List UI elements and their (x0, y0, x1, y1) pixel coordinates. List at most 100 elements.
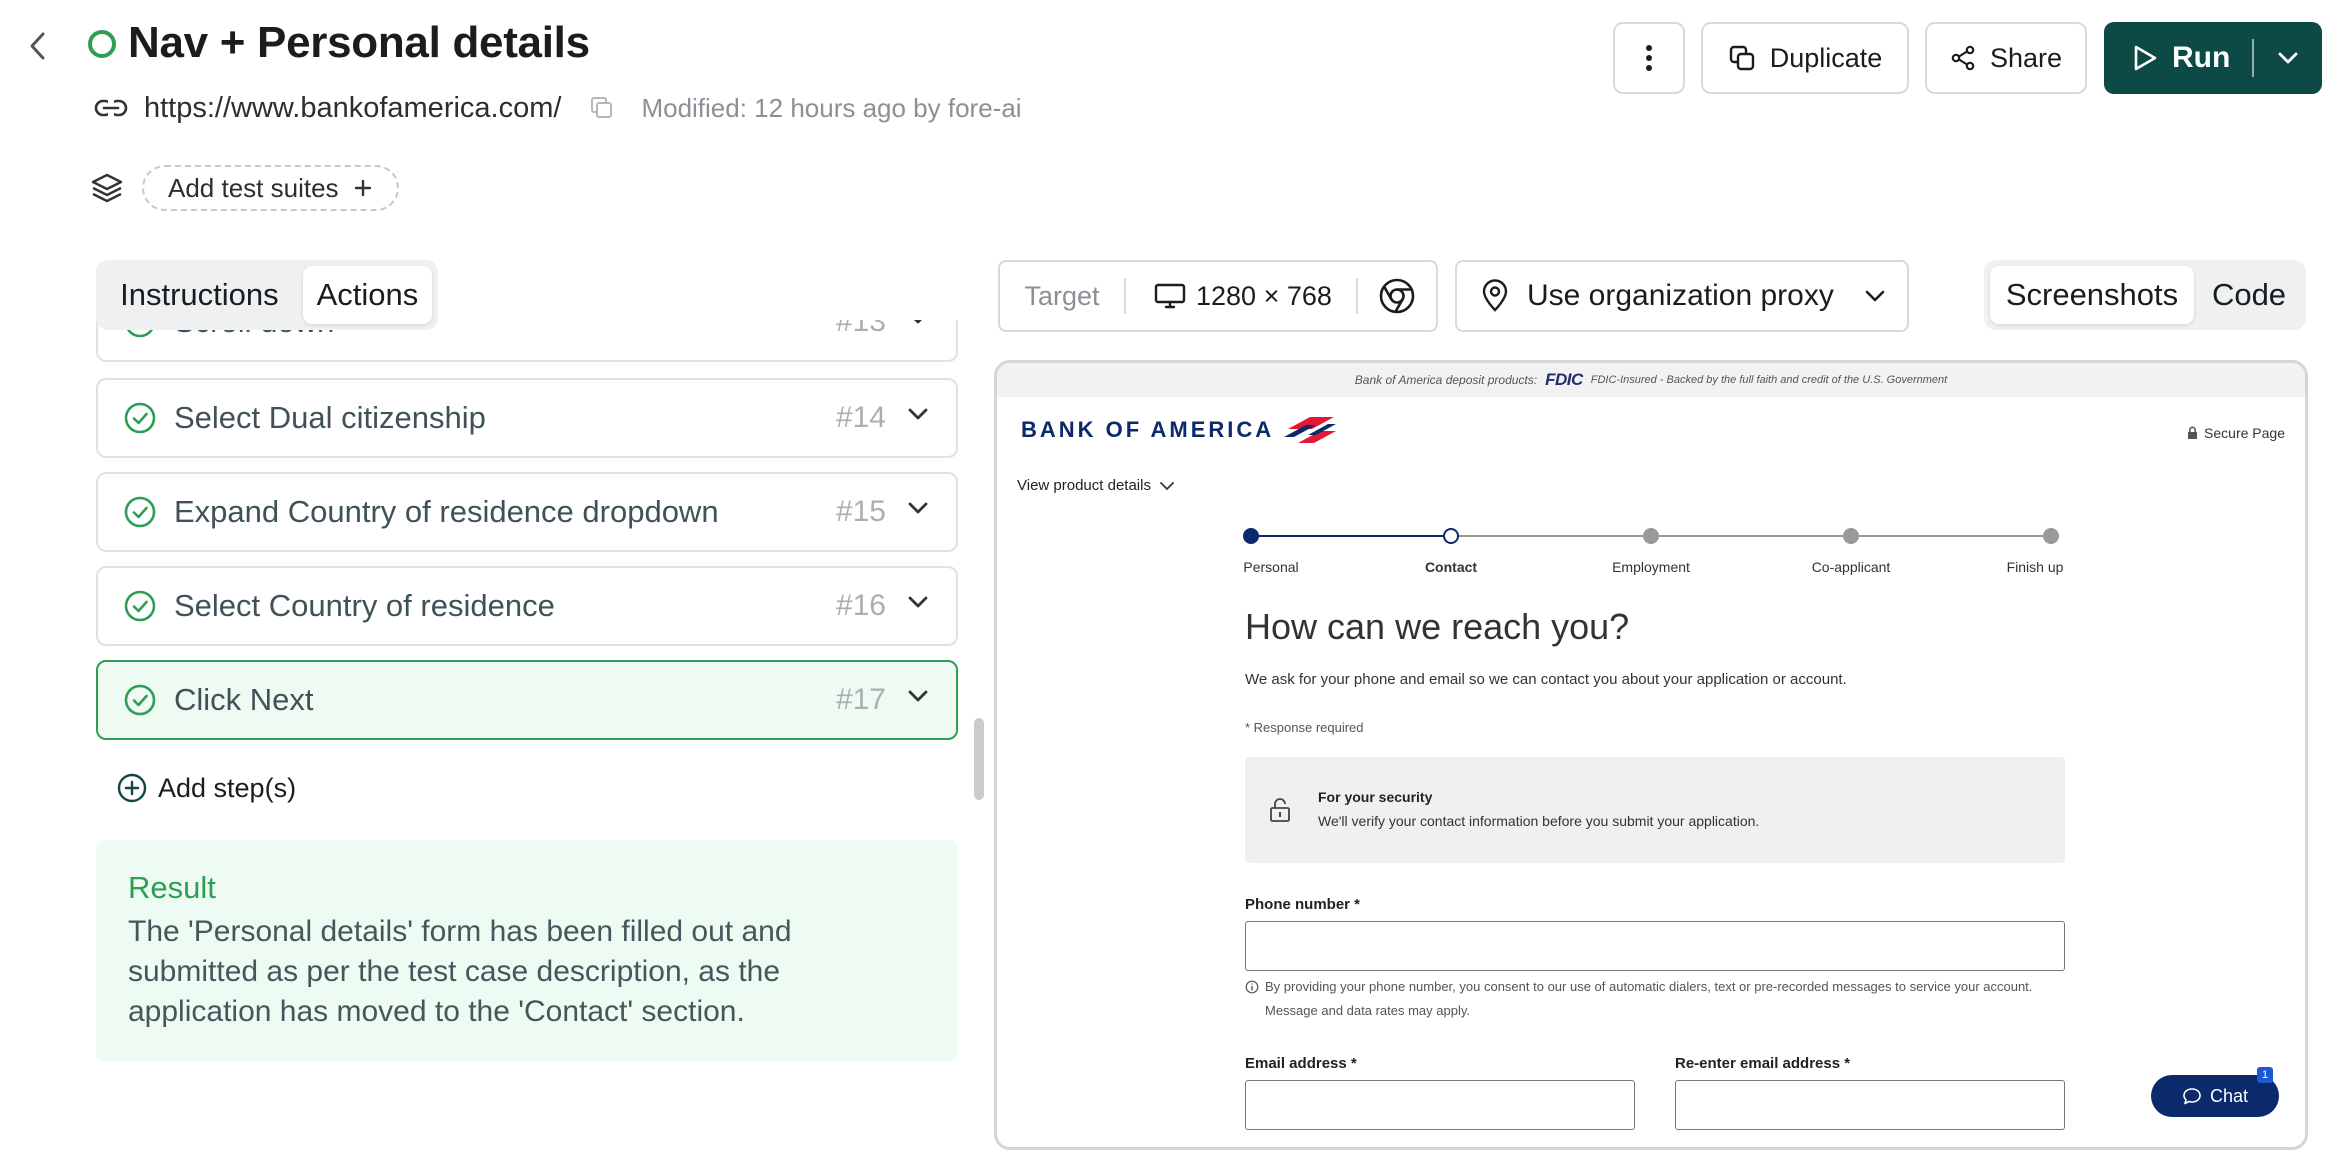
step-label: Expand Country of residence dropdown (174, 494, 719, 529)
page-title: Nav + Personal details (128, 18, 590, 67)
phone-disclaimer: By providing your phone number, you cons… (1245, 975, 2065, 1023)
view-product-details-label: View product details (1017, 477, 1151, 494)
add-step-button[interactable]: Add step(s) (116, 772, 296, 804)
chevron-left-icon (30, 32, 45, 60)
duplicate-button[interactable]: Duplicate (1701, 22, 1909, 94)
progress-dot-todo (1843, 528, 1859, 544)
fdic-banner-text: Bank of America deposit products: (1354, 373, 1538, 387)
run-options-dropdown[interactable] (2254, 22, 2322, 94)
phone-disclaimer-text: By providing your phone number, you cons… (1265, 979, 2033, 1018)
progress-step-label-current: Contact (1424, 559, 1478, 575)
fdic-banner-tail: FDIC-Insured - Backed by the full faith … (1590, 374, 1948, 386)
step-item[interactable]: Select Country of residence #16 (96, 566, 958, 646)
share-button[interactable]: Share (1925, 22, 2087, 94)
chevron-down-icon[interactable] (906, 406, 930, 427)
more-vertical-icon (1646, 45, 1652, 71)
chevron-down-icon[interactable] (906, 594, 930, 615)
secure-page-label: Secure Page (2204, 425, 2285, 441)
step-number: #15 (835, 495, 886, 528)
steps-scrollbar[interactable] (974, 718, 984, 800)
run-button-group: Run (2104, 22, 2322, 94)
chevron-down-icon[interactable] (906, 688, 930, 709)
proxy-label: Use organization proxy (1527, 279, 1834, 312)
browser-selector[interactable] (1358, 277, 1436, 315)
required-note: * Response required (1245, 720, 1364, 735)
result-text: The 'Personal details' form has been fil… (128, 915, 792, 1028)
chat-button[interactable]: Chat 1 (2151, 1067, 2279, 1117)
check-circle-icon (122, 494, 158, 530)
add-test-suites-button[interactable]: Add test suites (142, 165, 399, 211)
monitor-icon (1154, 283, 1186, 309)
check-circle-icon (122, 400, 158, 436)
email-input[interactable] (1245, 1080, 1635, 1130)
modified-info: Modified: 12 hours ago by fore-ai (641, 92, 1022, 123)
step-number: #16 (835, 589, 886, 622)
target-label: Target (1024, 280, 1100, 311)
lock-icon (2188, 426, 2198, 439)
progress-line-done (1251, 535, 1451, 537)
test-status-indicator (88, 30, 116, 58)
copy-icon[interactable] (589, 95, 615, 121)
check-circle-icon (122, 588, 158, 624)
proxy-dropdown[interactable]: Use organization proxy (1455, 260, 1909, 332)
progress-dot-current (1443, 528, 1459, 544)
more-options-button[interactable] (1613, 22, 1685, 94)
view-toggle: Screenshots Code (1984, 260, 2306, 330)
chat-label: Chat (2209, 1085, 2249, 1106)
application-progress: Personal Contact Employment Co-applicant… (1243, 523, 2083, 593)
link-icon (94, 99, 128, 117)
resolution-selector[interactable]: 1280 × 768 (1126, 281, 1356, 312)
test-url-link[interactable]: https://www.bankofamerica.com/ (144, 92, 561, 125)
progress-dot-done (1243, 528, 1259, 544)
layers-icon (91, 173, 123, 203)
security-text: We'll verify your contact information be… (1318, 813, 1760, 829)
secure-page-indicator: Secure Page (2187, 425, 2285, 441)
target-selector: Target 1280 × 768 (998, 260, 1438, 332)
flag-logo-icon (1284, 417, 1337, 443)
bank-logo: BANK OF AMERICA (1021, 415, 1338, 445)
progress-step-label: Personal (1243, 559, 1299, 575)
run-label: Run (2172, 41, 2231, 74)
reenter-email-input[interactable] (1675, 1080, 2065, 1130)
play-icon (2134, 45, 2157, 71)
back-button[interactable] (22, 28, 52, 64)
plus-circle-icon (117, 773, 147, 803)
progress-step-label: Employment (1612, 559, 1690, 575)
tab-screenshots[interactable]: Screenshots (1990, 266, 2194, 324)
tab-code[interactable]: Code (2198, 266, 2300, 324)
steps-list: Scroll down #13 Select Dual citizenship … (96, 320, 964, 740)
run-button[interactable]: Run (2104, 22, 2252, 94)
chevron-down-icon (1865, 290, 1885, 302)
step-item[interactable]: Select Dual citizenship #14 (96, 378, 958, 458)
unlock-icon (1270, 798, 1290, 822)
preview-description: We ask for your phone and email so we ca… (1245, 671, 1847, 688)
chevron-down-icon[interactable] (906, 320, 930, 331)
tab-instructions[interactable]: Instructions (102, 266, 297, 324)
fdic-logo: FDIC (1545, 370, 1583, 389)
reenter-email-label: Re-enter email address * (1675, 1055, 1851, 1072)
tab-actions[interactable]: Actions (302, 266, 432, 324)
check-circle-icon (122, 682, 158, 718)
progress-line-todo (1451, 535, 2051, 537)
step-label: Select Country of residence (174, 588, 555, 623)
result-panel: Result The 'Personal details' form has b… (96, 840, 958, 1062)
step-item-active[interactable]: Click Next #17 (96, 660, 958, 740)
add-test-suites-label: Add test suites (168, 172, 339, 203)
progress-step-label: Finish up (2006, 559, 2064, 575)
chrome-icon (1379, 278, 1415, 314)
chat-bubble-icon (2183, 1088, 2201, 1105)
duplicate-label: Duplicate (1769, 42, 1883, 73)
phone-number-input[interactable] (1245, 921, 2065, 971)
view-product-details-toggle[interactable]: View product details (1017, 477, 1175, 494)
step-item[interactable]: Expand Country of residence dropdown #15 (96, 472, 958, 552)
share-icon (1951, 45, 1975, 71)
step-number: #13 (835, 320, 886, 338)
resolution-label: 1280 × 768 (1196, 280, 1332, 311)
plus-icon (354, 179, 371, 197)
progress-dot-todo (2043, 528, 2059, 544)
duplicate-icon (1729, 45, 1754, 71)
chevron-down-icon (1160, 481, 1174, 490)
step-number: #14 (835, 401, 886, 434)
chat-notification-badge: 1 (2257, 1067, 2273, 1083)
chevron-down-icon[interactable] (906, 500, 930, 521)
